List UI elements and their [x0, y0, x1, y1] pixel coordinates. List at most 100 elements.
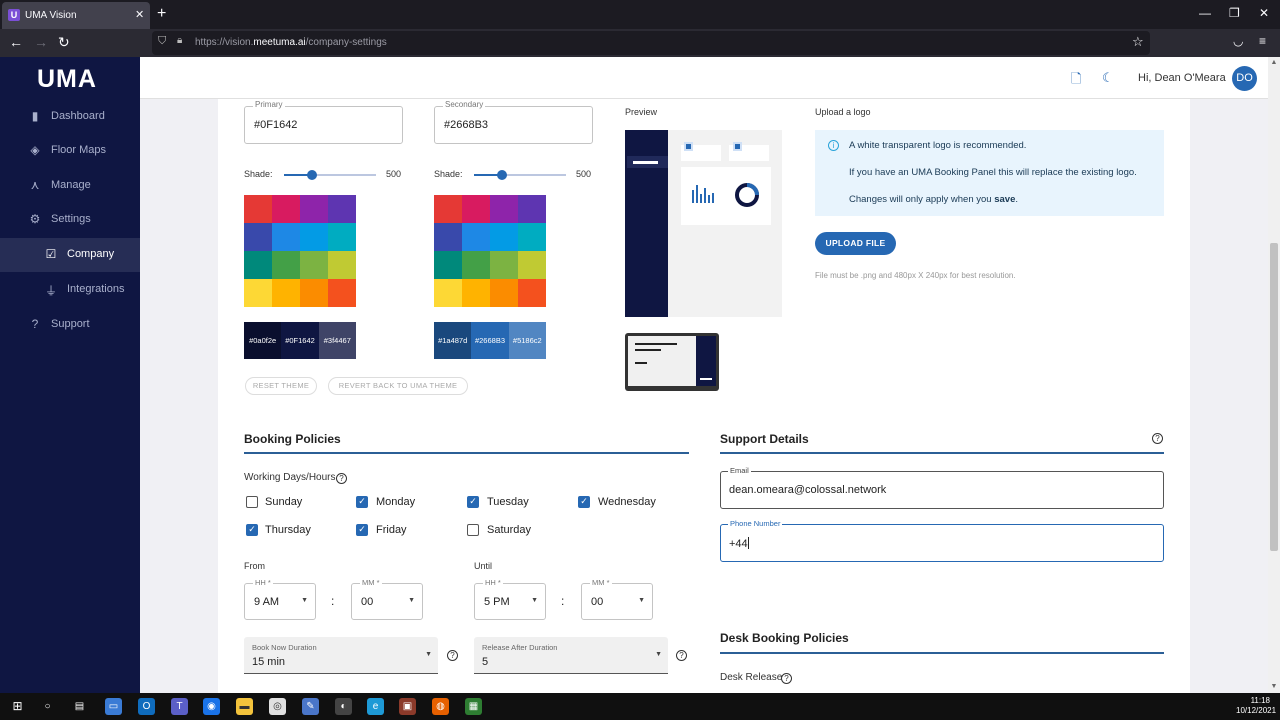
- taskbar-clock[interactable]: 11:18 10/12/2021: [1236, 696, 1276, 716]
- sidebar-item-settings[interactable]: ⚙ Settings: [0, 203, 140, 237]
- app-icon[interactable]: ▣: [399, 698, 416, 715]
- app-icon[interactable]: ▦: [465, 698, 482, 715]
- palette-swatch[interactable]: [244, 195, 272, 223]
- window-close-icon[interactable]: ✕: [1259, 6, 1269, 20]
- palette-swatch[interactable]: [434, 251, 462, 279]
- revert-theme-button[interactable]: REVERT BACK TO UMA THEME: [328, 377, 468, 395]
- shade-swatch[interactable]: #1a487d: [434, 322, 472, 359]
- edge-icon[interactable]: e: [367, 698, 384, 715]
- back-icon[interactable]: ←: [9, 34, 23, 50]
- shade-swatch[interactable]: #5186c2: [508, 322, 546, 359]
- primary-color-field[interactable]: Primary #0F1642: [244, 100, 403, 144]
- palette-swatch[interactable]: [244, 279, 272, 307]
- pocket-icon[interactable]: ◡: [1233, 34, 1243, 48]
- palette-swatch[interactable]: [328, 223, 356, 251]
- palette-swatch[interactable]: [518, 195, 546, 223]
- url-bar[interactable]: ⛉ 🔒︎ https://vision.meetuma.ai/company-s…: [152, 31, 1150, 55]
- palette-swatch[interactable]: [518, 279, 546, 307]
- sidebar-item-floor-maps[interactable]: ◈ Floor Maps: [0, 134, 140, 168]
- palette-swatch[interactable]: [328, 251, 356, 279]
- shade-swatch[interactable]: #0a0f2e: [244, 322, 282, 359]
- palette-swatch[interactable]: [244, 223, 272, 251]
- palette-swatch[interactable]: [518, 223, 546, 251]
- url-text[interactable]: https://vision.meetuma.ai/company-settin…: [195, 37, 387, 48]
- help-icon[interactable]: ?: [781, 673, 792, 684]
- checkbox-friday[interactable]: ✓: [356, 524, 368, 536]
- bookmark-star-icon[interactable]: ☆: [1132, 34, 1144, 50]
- sidebar-item-dashboard[interactable]: ▮ Dashboard: [0, 100, 140, 134]
- until-hour-select[interactable]: HH * 5 PM ▼: [474, 578, 546, 620]
- palette-swatch[interactable]: [462, 223, 490, 251]
- app-icon[interactable]: ✎: [302, 698, 319, 715]
- checkbox-wednesday[interactable]: ✓: [578, 496, 590, 508]
- sidebar-item-manage[interactable]: ⋏ Manage: [0, 169, 140, 203]
- scroll-thumb[interactable]: [1270, 243, 1278, 551]
- file-explorer-icon[interactable]: ▬: [236, 698, 253, 715]
- help-icon[interactable]: ?: [1152, 433, 1163, 444]
- palette-swatch[interactable]: [300, 251, 328, 279]
- forward-icon[interactable]: →: [34, 34, 48, 50]
- new-tab-icon[interactable]: +: [157, 5, 166, 23]
- palette-swatch[interactable]: [462, 251, 490, 279]
- slider-knob[interactable]: [496, 170, 507, 180]
- until-minute-select[interactable]: MM * 00 ▼: [581, 578, 653, 620]
- phone-number-field[interactable]: Phone Number +44: [720, 519, 1164, 562]
- upload-file-button[interactable]: UPLOAD FILE: [815, 232, 896, 255]
- palette-swatch[interactable]: [272, 251, 300, 279]
- tab-close-icon[interactable]: ✕: [135, 8, 144, 21]
- windows-start-icon[interactable]: ⊞: [9, 698, 26, 715]
- palette-swatch[interactable]: [300, 195, 328, 223]
- app-icon[interactable]: ◉: [203, 698, 220, 715]
- firefox-icon[interactable]: ◍: [432, 698, 449, 715]
- sidebar-item-integrations[interactable]: ⏚ Integrations: [0, 273, 140, 307]
- palette-swatch[interactable]: [300, 223, 328, 251]
- palette-swatch[interactable]: [272, 223, 300, 251]
- palette-swatch[interactable]: [490, 279, 518, 307]
- lock-icon[interactable]: 🔒︎: [177, 35, 182, 46]
- from-minute-select[interactable]: MM * 00 ▼: [351, 578, 423, 620]
- checkbox-tuesday[interactable]: ✓: [467, 496, 479, 508]
- reload-icon[interactable]: ↻: [58, 34, 70, 51]
- palette-swatch[interactable]: [434, 195, 462, 223]
- checkbox-sunday[interactable]: [246, 496, 258, 508]
- palette-swatch[interactable]: [490, 195, 518, 223]
- dark-mode-icon[interactable]: ☾: [1102, 70, 1114, 86]
- browser-tab[interactable]: U UMA Vision ✕: [2, 2, 150, 29]
- chrome-icon[interactable]: ◎: [269, 698, 286, 715]
- palette-swatch[interactable]: [328, 195, 356, 223]
- palette-swatch[interactable]: [490, 223, 518, 251]
- teams-icon[interactable]: T: [171, 698, 188, 715]
- book-now-duration-select[interactable]: Book Now Duration 15 min ▼: [244, 637, 438, 674]
- palette-swatch[interactable]: [462, 279, 490, 307]
- primary-shade-slider[interactable]: [284, 170, 376, 180]
- palette-swatch[interactable]: [434, 279, 462, 307]
- palette-swatch[interactable]: [244, 251, 272, 279]
- minimize-icon[interactable]: —: [1199, 6, 1211, 20]
- shade-swatch[interactable]: #2668B3: [471, 322, 509, 359]
- palette-swatch[interactable]: [272, 279, 300, 307]
- help-icon[interactable]: ?: [447, 650, 458, 661]
- secondary-shade-slider[interactable]: [474, 170, 566, 180]
- menu-icon[interactable]: ≡: [1259, 34, 1266, 48]
- uma-logo[interactable]: UMA: [37, 65, 97, 94]
- app-icon[interactable]: ◐: [335, 698, 352, 715]
- help-icon[interactable]: ?: [336, 473, 347, 484]
- sidebar-item-support[interactable]: ? Support: [0, 308, 140, 342]
- palette-swatch[interactable]: [328, 279, 356, 307]
- search-icon[interactable]: ○: [39, 698, 56, 715]
- help-icon[interactable]: ?: [676, 650, 687, 661]
- shade-swatch[interactable]: #0F1642: [281, 322, 319, 359]
- sidebar-item-company[interactable]: ☑ Company: [0, 238, 140, 272]
- page-scrollbar[interactable]: ▲ ▼: [1268, 57, 1280, 693]
- palette-swatch[interactable]: [490, 251, 518, 279]
- release-after-duration-select[interactable]: Release After Duration 5 ▼: [474, 637, 668, 674]
- palette-swatch[interactable]: [518, 251, 546, 279]
- palette-swatch[interactable]: [300, 279, 328, 307]
- restore-icon[interactable]: ❐: [1229, 6, 1240, 20]
- shield-icon[interactable]: ⛉: [158, 35, 166, 48]
- shade-swatch[interactable]: #3f4467: [318, 322, 356, 359]
- email-field[interactable]: Email dean.omeara@colossal.network: [720, 466, 1164, 509]
- checkbox-thursday[interactable]: ✓: [246, 524, 258, 536]
- checkbox-monday[interactable]: ✓: [356, 496, 368, 508]
- app-icon[interactable]: ▭: [105, 698, 122, 715]
